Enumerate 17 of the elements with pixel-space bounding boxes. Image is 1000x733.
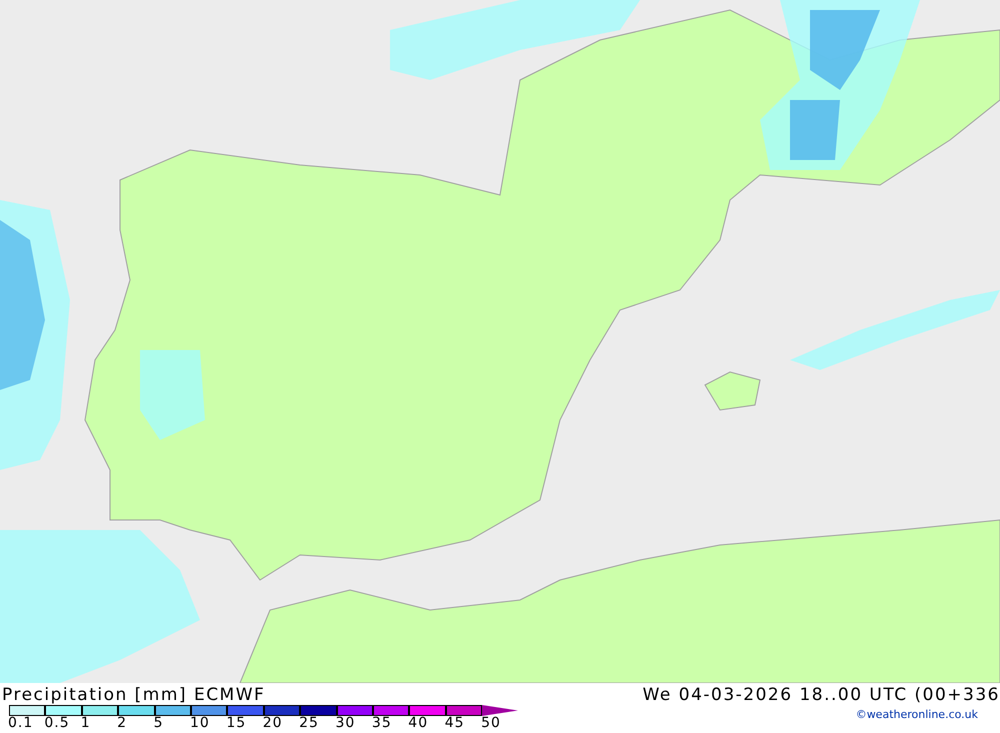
legend-label: 10 bbox=[190, 716, 210, 730]
chart-title: Precipitation [mm] ECMWF bbox=[2, 685, 266, 705]
legend-label: 25 bbox=[299, 716, 319, 730]
legend-label: 5 bbox=[154, 716, 164, 730]
legend-label: 0.1 bbox=[8, 716, 34, 730]
legend-label: 1 bbox=[80, 716, 91, 730]
legend-label: 0.5 bbox=[44, 716, 70, 730]
legend-label: 40 bbox=[408, 716, 428, 730]
legend-label: 45 bbox=[444, 716, 465, 730]
copyright-link[interactable]: ©weatheronline.co.uk bbox=[856, 707, 978, 724]
legend-label: 50 bbox=[481, 716, 501, 730]
legend-label: 20 bbox=[262, 716, 283, 730]
legend-label: 30 bbox=[336, 716, 356, 730]
legend-label: 35 bbox=[372, 716, 392, 730]
valid-time-label: We 04-03-2026 18..00 UTC (00+336 bbox=[642, 685, 1000, 705]
legend-label: 2 bbox=[117, 716, 128, 730]
legend-label: 15 bbox=[226, 716, 246, 730]
